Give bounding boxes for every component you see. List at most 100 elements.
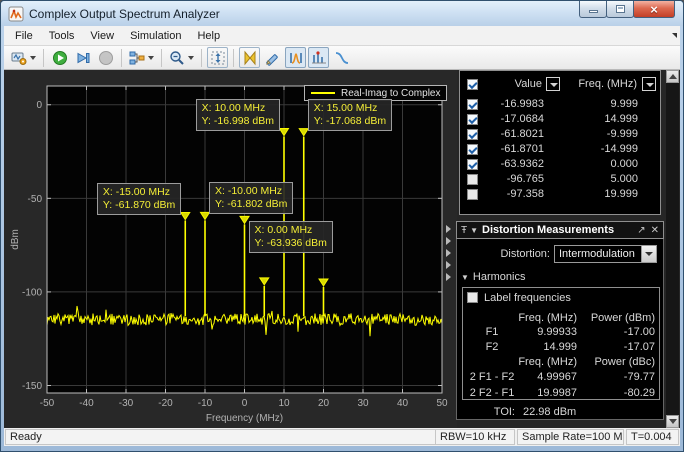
peak-frequency: 0.000: [564, 158, 638, 170]
sample-rate-indicator: Sample Rate=100 MHz: [517, 429, 624, 445]
menu-help[interactable]: Help: [189, 27, 228, 45]
sim-time-indicator: T=0.004: [626, 429, 679, 445]
chevron-down-icon[interactable]: [188, 56, 194, 60]
peak-annotation[interactable]: X: -10.00 MHzY: -61.802 dBm: [209, 182, 293, 214]
measurement-frequency: Freq. (MHz): [517, 312, 577, 324]
collapse-icon: ▼: [461, 273, 469, 282]
scale-y-axis-icon: [210, 50, 226, 66]
menu-simulation[interactable]: Simulation: [122, 27, 189, 45]
measurement-frequency: 9.99933: [517, 326, 577, 338]
close-panel-icon[interactable]: ✕: [651, 225, 659, 236]
table-row: -97.35819.999: [460, 188, 660, 203]
cursor-measurements-button[interactable]: [239, 47, 260, 68]
status-message: Ready: [5, 429, 437, 445]
window-title: Complex Output Spectrum Analyzer: [29, 7, 220, 21]
distortion-measurements-button[interactable]: [308, 47, 329, 68]
measurement-power: Power (dBc): [581, 356, 655, 368]
spectrum-plot[interactable]: -50-40-30-20-10010203040500-50-100-150Fr…: [4, 70, 457, 428]
toolbar: [4, 46, 680, 70]
run-button[interactable]: [49, 47, 70, 68]
measurement-name: F2: [465, 341, 519, 353]
collapse-icon[interactable]: ▼: [470, 226, 478, 235]
measurement-power: -79.77: [581, 371, 655, 383]
annotation-y-value: Y: -17.068 dBm: [314, 115, 386, 128]
chevron-down-icon[interactable]: [641, 246, 656, 262]
annotation-x-value: X: 0.00 MHz: [255, 224, 327, 237]
maximize-button[interactable]: [606, 1, 634, 18]
x-tick-label: 10: [278, 398, 290, 409]
chevron-down-icon[interactable]: [148, 56, 154, 60]
panel-scrollbar[interactable]: [666, 70, 679, 428]
select-all-checkbox[interactable]: [467, 79, 478, 90]
distortion-panel-titlebar[interactable]: Ŧ ▼ Distortion Measurements ↗ ✕: [456, 221, 664, 239]
distortion-type-select[interactable]: Intermodulation: [554, 245, 657, 263]
toolbar-separator: [233, 49, 234, 67]
configuration-button[interactable]: [9, 47, 38, 68]
chevron-down-icon[interactable]: [30, 56, 36, 60]
expand-arrow-icon: [446, 249, 451, 257]
zoom-button[interactable]: [167, 47, 196, 68]
peak-annotation[interactable]: X: 0.00 MHzY: -63.936 dBm: [249, 221, 333, 253]
menu-view[interactable]: View: [82, 27, 122, 45]
scroll-down-button[interactable]: [666, 415, 679, 428]
table-row: -16.99839.999: [460, 98, 660, 113]
run-icon: [52, 50, 68, 66]
menubar-overflow-icon[interactable]: [672, 33, 677, 38]
expand-arrow-icon: [446, 225, 451, 233]
menu-file[interactable]: File: [7, 27, 41, 45]
table-row: -17.068414.999: [460, 113, 660, 128]
dock-icon[interactable]: Ŧ: [461, 225, 467, 236]
title-bar[interactable]: Complex Output Spectrum Analyzer ×: [1, 1, 683, 26]
measurement-name: 2 F2 - F1: [465, 387, 519, 399]
signal-statistics-icon: [265, 50, 281, 66]
zoom-icon: [169, 50, 185, 66]
x-tick-label: -20: [158, 398, 173, 409]
x-tick-label: 0: [242, 398, 248, 409]
freq-sort-button[interactable]: [642, 77, 656, 91]
measurement-frequency: Freq. (MHz): [517, 356, 577, 368]
x-tick-label: -10: [198, 398, 213, 409]
panel-splitter[interactable]: [444, 221, 454, 285]
minimize-button[interactable]: [579, 1, 607, 18]
undock-icon[interactable]: ↗: [637, 225, 645, 236]
spectrum-analyzer-window: Complex Output Spectrum Analyzer × FileT…: [0, 0, 684, 452]
label-frequencies-label: Label frequencies: [484, 292, 571, 304]
table-row: 2 F2 - F119.9987-80.29: [463, 387, 659, 400]
menu-tools[interactable]: Tools: [41, 27, 83, 45]
measurement-name: F1: [465, 326, 519, 338]
freq-column-header: Freq. (MHz): [560, 78, 637, 90]
rbw-indicator: RBW=10 kHz: [435, 429, 515, 445]
peak-annotation[interactable]: X: -15.00 MHzY: -61.870 dBm: [97, 183, 181, 215]
step-forward-button[interactable]: [72, 47, 93, 68]
scale-y-axis-button[interactable]: [207, 47, 228, 68]
simulink-model-button[interactable]: [127, 47, 156, 68]
close-icon: ×: [650, 2, 658, 17]
ccdf-measurements-button[interactable]: [331, 47, 352, 68]
peak-finder-button[interactable]: [285, 47, 306, 68]
toi-label: TOI:: [457, 406, 515, 418]
ccdf-measurements-icon: [334, 50, 350, 66]
measurement-power: Power (dBm): [581, 312, 655, 324]
label-frequencies-checkbox[interactable]: [467, 292, 478, 303]
toolbar-separator: [121, 49, 122, 67]
scroll-up-button[interactable]: [666, 70, 679, 83]
value-sort-button[interactable]: [546, 77, 560, 91]
cursor-measurements-icon: [242, 50, 258, 66]
step-forward-icon: [75, 50, 91, 66]
peak-annotation[interactable]: X: 10.00 MHzY: -16.998 dBm: [196, 99, 280, 131]
y-tick-label: -50: [28, 194, 43, 205]
measurement-power: -17.07: [581, 341, 655, 353]
harmonics-box: Label frequencies Freq. (MHz) Power (dBm)…: [462, 287, 660, 400]
peak-value: -17.0684: [474, 113, 544, 125]
expand-arrow-icon: [446, 237, 451, 245]
signal-statistics-button[interactable]: [262, 47, 283, 68]
maximize-icon: [616, 5, 625, 13]
app-icon: [8, 6, 24, 22]
close-button[interactable]: ×: [633, 1, 675, 18]
distortion-panel: Ŧ ▼ Distortion Measurements ↗ ✕ Distorti…: [456, 221, 664, 420]
peak-value: -96.765: [474, 173, 544, 185]
stop-button[interactable]: [95, 47, 116, 68]
peak-annotation[interactable]: X: 15.00 MHzY: -17.068 dBm: [308, 99, 392, 131]
peak-frequency: 5.000: [564, 173, 638, 185]
harmonics-section-header[interactable]: ▼Harmonics: [461, 271, 526, 283]
